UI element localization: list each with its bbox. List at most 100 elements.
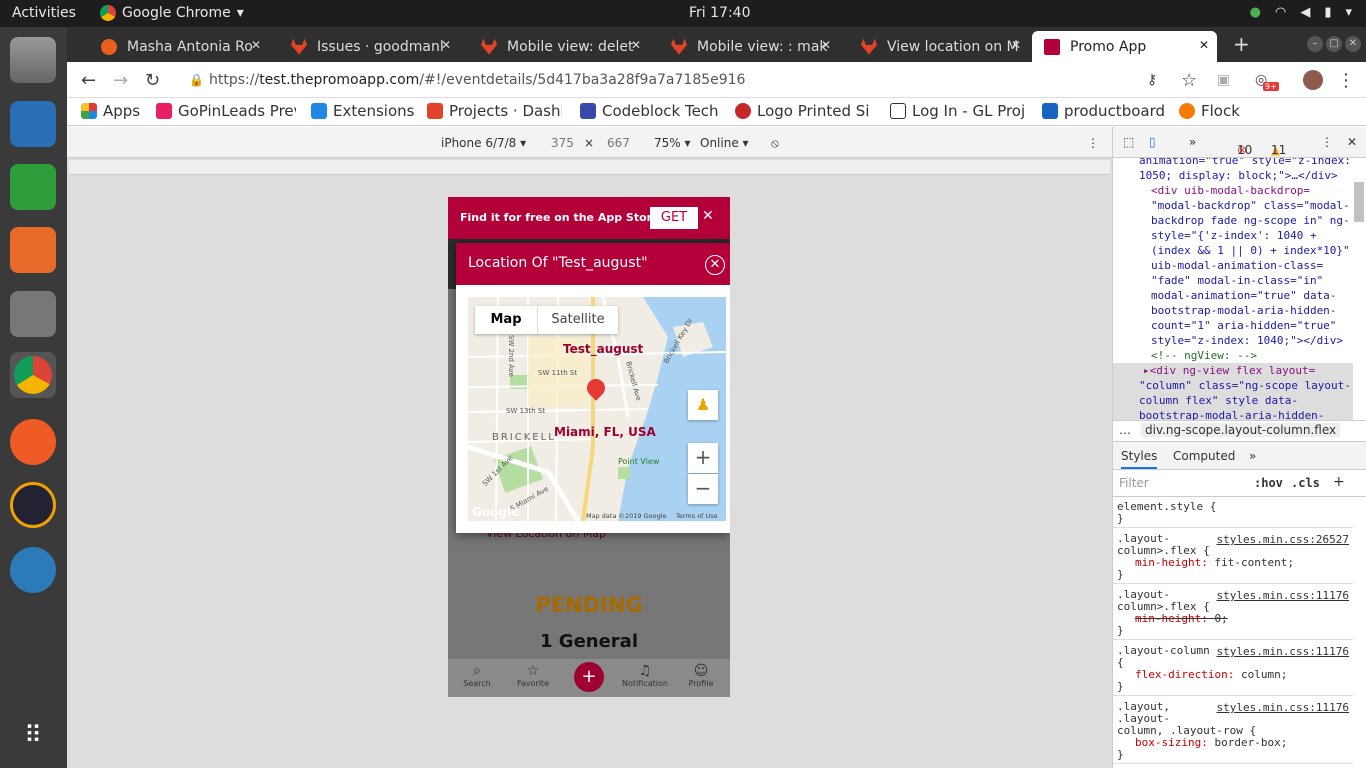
nav-notification[interactable]: ♫ Notification <box>620 663 670 688</box>
app-icon[interactable] <box>10 547 56 593</box>
chrome-dock-icon[interactable] <box>10 352 56 398</box>
system-tray[interactable]: ● ◠ ◀ ▮ ▾ <box>1250 5 1352 20</box>
nav-favorite[interactable]: ☆ Favorite <box>508 663 558 688</box>
tab-3[interactable]: Mobile view: : mak ✕ <box>659 31 839 62</box>
zoom-in-button[interactable]: + <box>688 443 718 473</box>
dom-line[interactable]: backdrop fade ng-scope in" ng- <box>1151 213 1350 228</box>
media-query-ruler[interactable] <box>69 160 1110 175</box>
minimize-button[interactable]: – <box>1307 36 1323 52</box>
more-options-icon[interactable]: ⋮ <box>1087 136 1099 150</box>
filter-input[interactable]: Filter <box>1119 476 1247 490</box>
more-tabs-icon[interactable]: » <box>1249 449 1256 463</box>
map-tab[interactable]: Map <box>475 306 537 334</box>
zoom-out-button[interactable]: − <box>688 474 718 504</box>
device-height-input[interactable]: 667 <box>607 136 630 150</box>
dom-line[interactable]: <!-- ngView: --> <box>1151 348 1257 363</box>
inspect-element-icon[interactable]: ⬚ <box>1123 135 1134 149</box>
css-source-link[interactable]: styles.min.css:11176 <box>1217 645 1349 658</box>
tab-4[interactable]: View location on M ✕ <box>849 31 1029 62</box>
rotate-icon[interactable]: ⦸ <box>771 136 779 151</box>
device-width-input[interactable]: 375 <box>551 136 574 150</box>
close-icon[interactable]: ✕ <box>702 208 714 224</box>
address-bar[interactable]: 🔒 https://test.thepromoapp.com/#!/eventd… <box>181 66 1181 94</box>
css-source-link[interactable]: styles.min.css:11176 <box>1217 701 1349 714</box>
cls-button[interactable]: .cls <box>1291 476 1320 490</box>
dom-line[interactable]: modal-animation="true" data- <box>1151 288 1336 303</box>
elements-tree[interactable]: animation="true" style="z-index: 1050; di… <box>1113 158 1353 420</box>
tab-5-active[interactable]: Promo App ✕ <box>1032 31 1217 62</box>
network-select[interactable]: Online ▾ <box>700 136 749 150</box>
close-icon[interactable]: ✕ <box>705 255 725 275</box>
back-arrow-icon[interactable]: ← <box>81 70 96 91</box>
dom-line[interactable]: "fade" modal-in-class="in" <box>1151 273 1323 288</box>
bookmark-codeblock[interactable]: Codeblock Techn <box>580 102 718 120</box>
dom-line[interactable]: bootstrap-modal-aria-hidden- <box>1151 303 1336 318</box>
device-select[interactable]: iPhone 6/7/8 ▾ <box>441 136 526 150</box>
reload-icon[interactable]: ↻ <box>145 70 160 91</box>
tab-1[interactable]: Issues · goodmanl ✕ <box>279 31 459 62</box>
dom-line[interactable]: (index && 1 || 0) + index*10}" <box>1151 243 1350 258</box>
dom-line[interactable]: animation="true" style="z-index: <box>1139 158 1351 168</box>
dom-line[interactable]: style="z-index: 1040;"></div> <box>1151 333 1343 348</box>
app-menu[interactable]: Google Chrome ▾ <box>100 5 244 21</box>
bookmark-flock[interactable]: Flock <box>1179 102 1249 120</box>
close-icon[interactable]: ✕ <box>1199 38 1209 52</box>
ellipsis[interactable]: … <box>1119 423 1131 437</box>
close-icon[interactable]: ✕ <box>441 38 451 52</box>
menu-kebab-icon[interactable]: ⋮ <box>1337 70 1355 91</box>
dom-line[interactable]: "column" class="ng-scope layout- <box>1139 378 1351 393</box>
clock[interactable]: Fri 17:40 <box>689 5 750 21</box>
device-toggle-icon[interactable]: ▯ <box>1149 135 1156 149</box>
close-icon[interactable]: ✕ <box>1347 135 1357 149</box>
close-icon[interactable]: ✕ <box>251 38 261 52</box>
css-source-link[interactable]: styles.min.css:11176 <box>1217 589 1349 602</box>
bookmark-logo-printed[interactable]: Logo Printed Sip <box>735 102 870 120</box>
satellite-tab[interactable]: Satellite <box>537 306 618 334</box>
css-source-link[interactable]: styles.min.css:26527 <box>1217 533 1349 546</box>
bookmark-star-icon[interactable]: ☆ <box>1181 70 1197 91</box>
hov-button[interactable]: :hov <box>1254 476 1283 490</box>
dom-line[interactable]: count="1" aria-hidden="true" <box>1151 318 1336 333</box>
add-button[interactable]: + <box>574 662 604 692</box>
settings-icon[interactable] <box>10 291 56 337</box>
terms-link[interactable]: Terms of Use <box>676 512 718 520</box>
bookmark-projects[interactable]: Projects · Dashbo <box>427 102 562 120</box>
avatar[interactable] <box>1303 70 1323 90</box>
dom-line[interactable]: style="{'z-index': 1040 + <box>1151 228 1317 243</box>
more-tabs-icon[interactable]: » <box>1189 135 1196 149</box>
close-icon[interactable]: ✕ <box>1011 38 1021 52</box>
calc-icon[interactable] <box>10 164 56 210</box>
css-property[interactable]: min-height: fit-content; <box>1135 557 1294 569</box>
zoom-select[interactable]: 75% ▾ <box>654 136 691 150</box>
css-property[interactable]: flex-direction: column; <box>1135 669 1287 681</box>
dom-line[interactable]: ▸<div ng-view flex layout= <box>1143 363 1315 378</box>
forward-arrow-icon[interactable]: → <box>113 70 128 91</box>
css-rules[interactable]: element.style {} .layout-column>.flex {st… <box>1113 497 1353 768</box>
tab-2[interactable]: Mobile view: delet ✕ <box>469 31 649 62</box>
breadcrumb-item[interactable]: div.ng-scope.layout-column.flex <box>1141 423 1341 437</box>
map[interactable]: Map Satellite Test_august Miami, FL, USA… <box>468 297 726 521</box>
street-view-pegman-icon[interactable]: ♟ <box>688 390 718 420</box>
dom-line[interactable]: <div uib-modal-backdrop= <box>1151 183 1310 198</box>
tab-0[interactable]: Masha Antonia Ro ✕ <box>89 31 269 62</box>
dom-line[interactable]: uib-modal-animation-class= <box>1151 258 1323 273</box>
devtools-menu-icon[interactable]: ⋮ <box>1321 135 1333 149</box>
software-center-icon[interactable] <box>10 227 56 273</box>
nav-profile[interactable]: ☺ Profile <box>676 663 726 688</box>
add-rule-icon[interactable]: + <box>1333 474 1345 490</box>
new-tab-button[interactable]: + <box>1233 32 1250 56</box>
dom-line[interactable]: "modal-backdrop" class="modal- <box>1151 198 1350 213</box>
key-icon[interactable]: ⚷ <box>1147 72 1157 88</box>
bookmark-apps[interactable]: Apps <box>81 102 161 120</box>
files-icon[interactable] <box>10 37 56 83</box>
bookmark-gopinleads[interactable]: GoPinLeads Prev <box>156 102 296 120</box>
postman-icon[interactable] <box>10 419 56 465</box>
tab-computed[interactable]: Computed <box>1173 449 1235 463</box>
close-icon[interactable]: ✕ <box>821 38 831 52</box>
css-property[interactable]: box-sizing: border-box; <box>1135 737 1287 749</box>
tab-styles[interactable]: Styles <box>1121 449 1158 469</box>
dom-line[interactable]: bootstrap-modal-aria-hidden- <box>1139 408 1324 420</box>
bookmark-login-gl[interactable]: Log In - GL Proje <box>890 102 1025 120</box>
bookmark-productboard[interactable]: productboard <box>1042 102 1167 120</box>
todo-icon[interactable] <box>10 482 56 528</box>
